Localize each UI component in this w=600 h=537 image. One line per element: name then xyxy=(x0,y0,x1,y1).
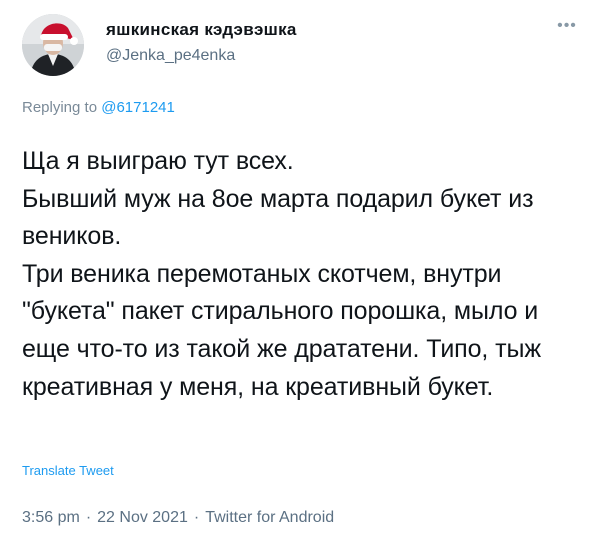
tweet-header: яшкинская кэдэвэшка @Jenka_pe4enka ••• xyxy=(22,14,582,78)
user-handle[interactable]: @Jenka_pe4enka xyxy=(106,45,297,67)
tweet-source[interactable]: Twitter for Android xyxy=(205,509,334,526)
avatar-image xyxy=(22,14,84,76)
user-names: яшкинская кэдэвэшка @Jenka_pe4enka xyxy=(106,20,297,67)
tweet-meta: 3:56 pm · 22 Nov 2021 · Twitter for Android xyxy=(22,507,334,529)
avatar[interactable] xyxy=(22,14,84,76)
replying-mention-link[interactable]: @6171241 xyxy=(101,99,175,116)
separator-dot: · xyxy=(193,509,200,526)
translate-tweet-link[interactable]: Translate Tweet xyxy=(22,462,114,480)
replying-prefix: Replying to xyxy=(22,99,98,116)
tweet-text: Ща я выиграю тут всех. Бывший муж на 8ое… xyxy=(22,147,541,401)
more-dots-icon[interactable]: ••• xyxy=(552,18,582,40)
tweet-date[interactable]: 22 Nov 2021 xyxy=(97,509,188,526)
tweet-time[interactable]: 3:56 pm xyxy=(22,509,80,526)
tweet-card: яшкинская кэдэвэшка @Jenka_pe4enka ••• R… xyxy=(0,0,600,537)
display-name[interactable]: яшкинская кэдэвэшка xyxy=(106,20,297,40)
replying-to: Replying to @6171241 xyxy=(22,98,175,118)
separator-dot: · xyxy=(85,509,92,526)
